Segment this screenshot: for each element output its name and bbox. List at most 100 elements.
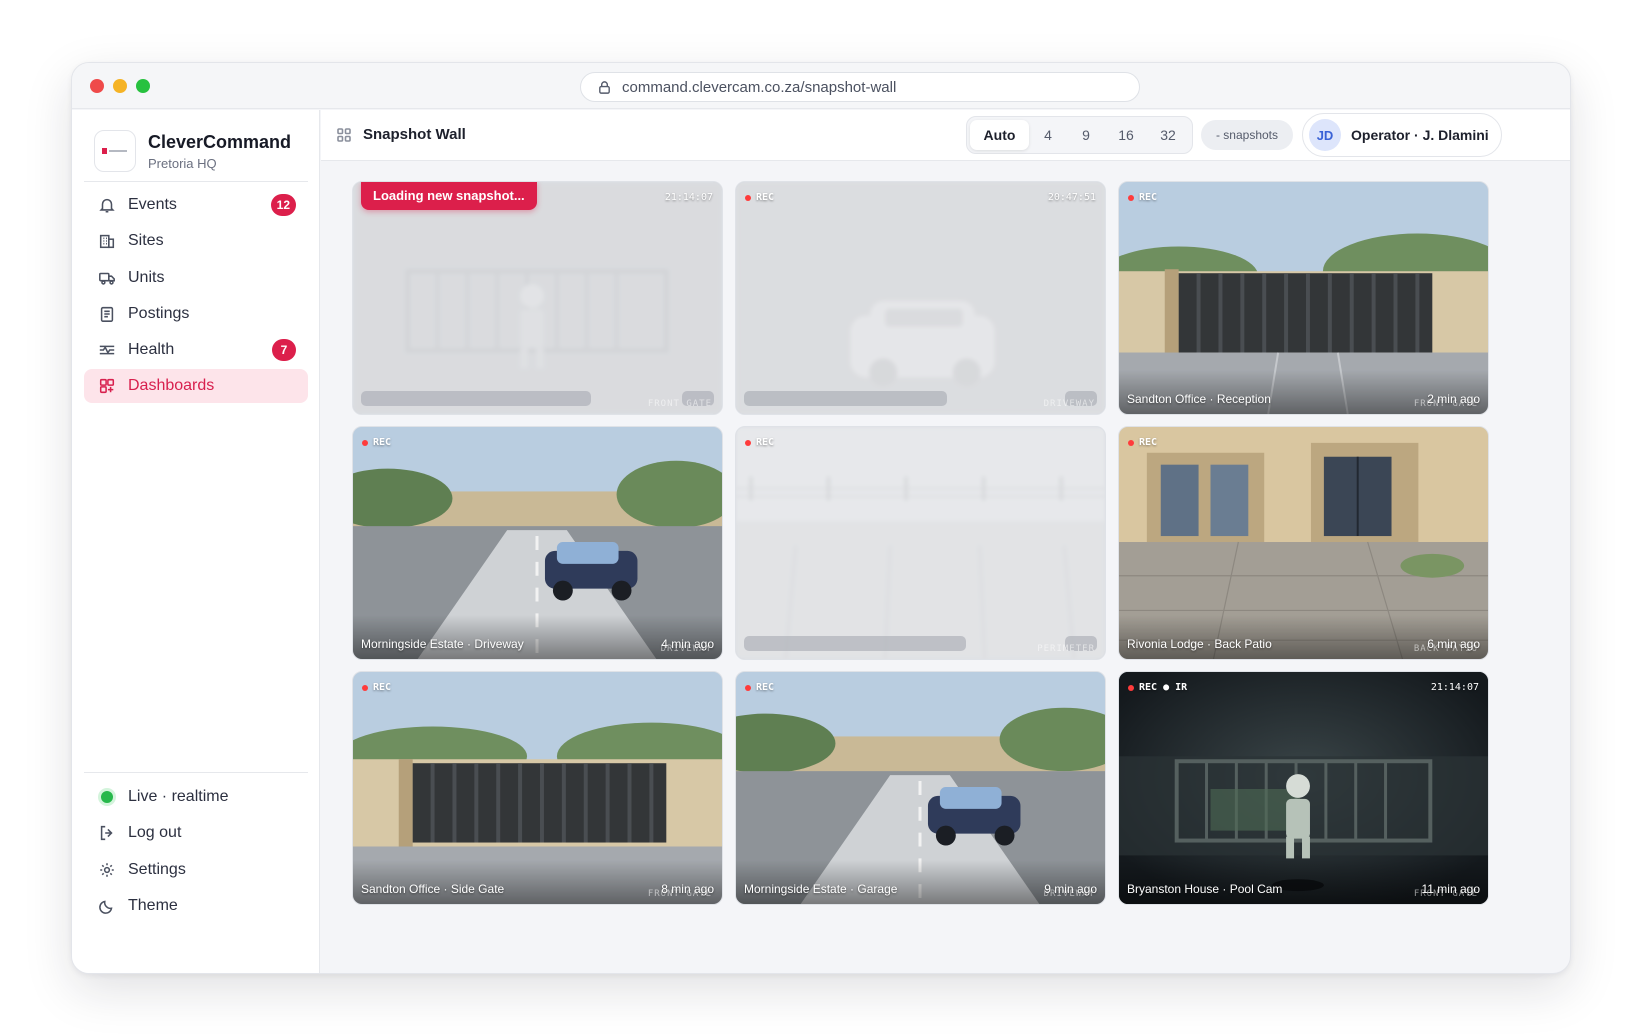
camera-name: Morningside Estate · Driveway — [361, 637, 524, 651]
site-name: Pretoria HQ — [148, 155, 217, 171]
sidebar-divider — [84, 181, 308, 182]
layout-selector: Auto 4 9 16 32 — [966, 116, 1193, 154]
operator-name: Operator · J. Dlamini — [1351, 127, 1489, 143]
logout-label: Log out — [128, 824, 182, 842]
timestamp: 21:14:07 — [664, 192, 713, 203]
theme-toggle[interactable]: Theme — [84, 889, 308, 923]
rec-indicator: REC — [362, 682, 391, 693]
sidebar-item-label: Dashboards — [128, 377, 215, 395]
layout-option-32[interactable]: 32 — [1147, 120, 1189, 150]
address-bar[interactable]: command.clevercam.co.za/snapshot-wall — [580, 72, 1140, 102]
snapshot-tile[interactable]: REC ● IR 21:14:07 FRONT GATE Bryanston H… — [1118, 671, 1489, 905]
moon-icon — [99, 900, 113, 914]
brand[interactable]: CleverCommand Pretoria HQ — [94, 130, 291, 172]
settings-button[interactable]: Settings — [84, 853, 308, 887]
snapshot-count-chip: - snapshots — [1201, 120, 1293, 150]
snapshot-grid: 21:14:07 FRONT GATE Loading new snapshot… — [352, 181, 1490, 927]
loading-banner: Loading new snapshot... — [361, 182, 537, 210]
rec-indicator: REC ● IR — [1128, 682, 1187, 693]
sidebar-item-units[interactable]: Units — [84, 261, 308, 295]
sidebar-item-events[interactable]: Events 12 — [84, 188, 308, 222]
truck-icon — [99, 272, 115, 285]
sidebar-item-sites[interactable]: Sites — [84, 224, 308, 258]
gear-icon — [100, 862, 114, 877]
zone-label: FRONT GATE — [647, 399, 712, 409]
camera-name: Rivonia Lodge · Back Patio — [1127, 637, 1272, 651]
snapshot-age: 11 min ago — [1421, 882, 1480, 896]
camera-name: Sandton Office · Side Gate — [361, 882, 505, 896]
sidebar-item-dashboards[interactable]: Dashboards — [84, 369, 308, 404]
snapshot-tile[interactable]: REC FRONT GATE Sandton Office · Side Gat… — [352, 671, 723, 905]
snapshot-age: 6 min ago — [1427, 637, 1480, 651]
logout-button[interactable]: Log out — [84, 816, 308, 850]
avatar: JD — [1309, 119, 1341, 151]
snapshot-tile[interactable]: REC 20:47:51 DRIVEWAY — [735, 181, 1106, 415]
snapshot-tile[interactable]: REC PERIMETER — [735, 426, 1106, 660]
snapshot-age: 4 min ago — [661, 637, 714, 651]
layout-option-auto[interactable]: Auto — [970, 120, 1029, 150]
camera-name: Bryanston House · Pool Cam — [1127, 882, 1283, 896]
snapshot-tile[interactable]: REC DRIVEWAY Morningside Estate · Drivew… — [352, 426, 723, 660]
sidebar-item-label: Postings — [128, 304, 190, 322]
bottom-nav: Live · realtime Log out Settings Theme — [84, 780, 308, 925]
sidebar-item-postings[interactable]: Postings — [84, 297, 308, 331]
timestamp: 21:14:07 — [1430, 682, 1479, 693]
minimize-window-button[interactable] — [113, 79, 127, 93]
grid-icon — [337, 127, 351, 142]
layout-option-16[interactable]: 16 — [1105, 120, 1147, 150]
rec-dot-icon — [1128, 439, 1134, 446]
sidebar-item-label: Health — [128, 341, 175, 359]
stale-veil — [736, 427, 1105, 659]
browser-titlebar: command.clevercam.co.za/snapshot-wall — [72, 63, 1570, 109]
rec-indicator: REC — [745, 682, 774, 693]
rec-dot-icon — [745, 194, 751, 201]
snapshot-tile[interactable]: REC BACK PATIO Rivonia Lodge · Back Pati… — [1118, 426, 1489, 660]
main-nav: Events 12 Sites Units Postings Health 7 — [84, 188, 308, 406]
zone-label: PERIMETER — [1037, 644, 1095, 654]
rec-indicator: REC — [745, 192, 774, 203]
sidebar-item-health[interactable]: Health 7 — [84, 333, 308, 367]
sidebar-item-label: Units — [128, 268, 165, 286]
rec-dot-icon — [1128, 194, 1134, 201]
logout-icon — [100, 826, 113, 841]
sidebar-item-label: Sites — [128, 232, 164, 250]
topbar: Snapshot Wall Auto 4 9 16 32 - snapshots… — [321, 110, 1570, 161]
health-count-badge: 7 — [272, 339, 296, 362]
close-window-button[interactable] — [90, 79, 104, 93]
lock-icon — [599, 80, 610, 94]
grid-icon — [99, 379, 115, 394]
page-title-text: Snapshot Wall — [363, 126, 466, 143]
snapshot-age: 2 min ago — [1427, 392, 1480, 406]
layout-option-9[interactable]: 9 — [1067, 120, 1105, 150]
rec-dot-icon — [745, 439, 751, 446]
rec-dot-icon — [362, 684, 368, 691]
theme-label: Theme — [128, 896, 178, 914]
zone-label: DRIVEWAY — [1043, 399, 1095, 409]
rec-indicator: REC — [362, 437, 391, 448]
building-icon — [99, 235, 115, 249]
sidebar: CleverCommand Pretoria HQ Events 12 Site… — [72, 110, 320, 973]
snapshot-tile[interactable]: REC DRIVEWAY Morningside Estate · Garage… — [735, 671, 1106, 905]
operator-menu[interactable]: JD Operator · J. Dlamini — [1302, 113, 1502, 157]
camera-name: Sandton Office · Reception — [1127, 392, 1271, 406]
clevercam-logo-icon — [94, 130, 136, 172]
pulse-icon — [99, 345, 115, 355]
maximize-window-button[interactable] — [136, 79, 150, 93]
rec-indicator: REC — [1128, 192, 1157, 203]
connection-status: Live · realtime — [84, 780, 308, 814]
layout-option-4[interactable]: 4 — [1029, 120, 1067, 150]
rec-dot-icon — [362, 439, 368, 446]
settings-label: Settings — [128, 860, 186, 878]
snapshot-tile[interactable]: REC FRONT GATE Sandton Office · Receptio… — [1118, 181, 1489, 415]
brand-name: CleverCommand — [148, 131, 292, 152]
caption-skeleton — [744, 391, 947, 406]
page-title: Snapshot Wall — [337, 126, 466, 143]
url-text: command.clevercam.co.za/snapshot-wall — [622, 78, 897, 96]
caption-skeleton — [361, 391, 591, 406]
snapshot-tile[interactable]: 21:14:07 FRONT GATE Loading new snapshot… — [352, 181, 723, 415]
connection-status-label: Live · realtime — [128, 788, 229, 805]
stale-veil — [736, 182, 1105, 414]
live-status-dot — [101, 791, 113, 803]
rec-dot-icon — [1128, 684, 1134, 691]
snapshot-age: 8 min ago — [661, 882, 714, 896]
